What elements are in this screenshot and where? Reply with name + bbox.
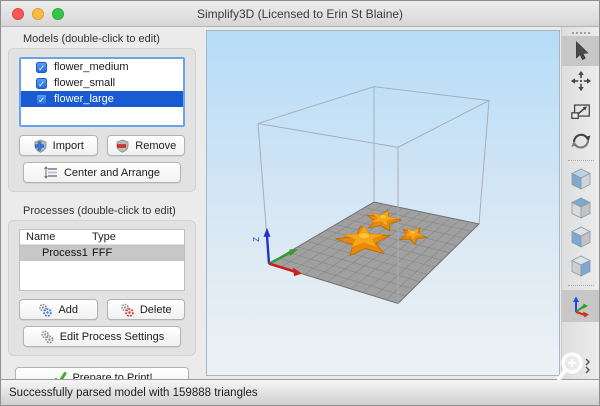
minimize-button[interactable]	[32, 8, 44, 20]
process-table-header: Name Type	[20, 230, 184, 245]
model-name: flower_small	[54, 77, 115, 89]
gear-minus-icon	[120, 303, 135, 317]
model-name: flower_medium	[54, 61, 129, 73]
process-type: FFF	[92, 247, 112, 259]
left-panel: Models (double-click to edit) ✓ flower_m…	[1, 27, 203, 379]
remove-button-label: Remove	[135, 140, 176, 152]
zoom-window-button[interactable]	[52, 8, 64, 20]
toolbar-separator	[568, 285, 594, 286]
cube-right-icon	[568, 254, 594, 279]
app-window: Simplify3D (Licensed to Erin St Blaine) …	[0, 0, 600, 406]
checkbox-checked-icon[interactable]: ✓	[36, 62, 47, 73]
shield-plus-icon	[33, 139, 48, 153]
rotate-tool-button[interactable]	[562, 126, 600, 156]
remove-button[interactable]: Remove	[107, 135, 186, 156]
move-tool-button[interactable]	[562, 66, 600, 96]
model-list[interactable]: ✓ flower_medium ✓ flower_small ✓ flower_…	[19, 57, 185, 127]
center-arrange-icon	[44, 166, 59, 179]
cursor-arrow-icon	[570, 40, 592, 62]
cube-front-icon	[568, 167, 594, 192]
list-item-flower-medium[interactable]: ✓ flower_medium	[21, 59, 183, 75]
select-tool-button[interactable]	[562, 36, 600, 66]
window-title: Simplify3D (Licensed to Erin St Blaine)	[197, 7, 403, 21]
default-view-button[interactable]	[562, 290, 600, 322]
delete-process-button[interactable]: Delete	[107, 299, 186, 320]
view-cube-front-button[interactable]	[562, 165, 600, 194]
center-and-arrange-label: Center and Arrange	[64, 167, 160, 179]
viewport-3d[interactable]: Z	[206, 30, 560, 376]
models-panel-label: Models (double-click to edit)	[23, 33, 203, 45]
table-row-process1[interactable]: Process1 FFF	[20, 245, 184, 261]
list-item-flower-small[interactable]: ✓ flower_small	[21, 75, 183, 91]
list-item-flower-large[interactable]: ✓ flower_large	[21, 91, 183, 107]
gears-icon	[40, 330, 55, 344]
edit-process-settings-label: Edit Process Settings	[60, 331, 165, 343]
checkbox-checked-icon[interactable]: ✓	[36, 78, 47, 89]
z-axis-label: Z	[252, 237, 261, 242]
center-and-arrange-button[interactable]: Center and Arrange	[23, 162, 181, 183]
axis-home-icon	[569, 294, 593, 318]
processes-group: Name Type Process1 FFF	[8, 220, 196, 356]
prepare-to-print-button[interactable]: Prepare to Print!	[15, 367, 189, 379]
processes-panel-label: Processes (double-click to edit)	[23, 205, 203, 217]
add-process-button[interactable]: Add	[19, 299, 98, 320]
move-arrows-icon	[570, 70, 592, 92]
column-header-type: Type	[92, 231, 116, 243]
status-message: Successfully parsed model with 159888 tr…	[9, 387, 258, 399]
cube-top-icon	[568, 196, 594, 221]
view-cube-top-button[interactable]	[562, 194, 600, 223]
process-name: Process1	[20, 247, 92, 259]
rotate-icon	[569, 129, 593, 153]
gear-plus-icon	[38, 303, 53, 317]
scale-icon	[570, 100, 592, 122]
title-bar: Simplify3D (Licensed to Erin St Blaine)	[1, 1, 599, 27]
import-button-label: Import	[53, 140, 84, 152]
scene-svg: Z	[207, 31, 559, 375]
shield-minus-icon	[115, 139, 130, 153]
checkbox-checked-icon[interactable]: ✓	[36, 94, 47, 105]
delete-button-label: Delete	[140, 304, 172, 316]
view-cube-right-button[interactable]	[562, 252, 600, 281]
status-bar: Successfully parsed model with 159888 tr…	[1, 379, 599, 405]
right-toolbar	[561, 27, 599, 379]
prepare-to-print-label: Prepare to Print!	[72, 372, 152, 379]
view-cube-side-button[interactable]	[562, 223, 600, 252]
column-header-name: Name	[20, 231, 92, 243]
edit-process-settings-button[interactable]: Edit Process Settings	[23, 326, 181, 347]
import-button[interactable]: Import	[19, 135, 98, 156]
model-name: flower_large	[54, 93, 114, 105]
origin-axis-widget: Z	[252, 228, 302, 276]
process-table[interactable]: Name Type Process1 FFF	[19, 229, 185, 291]
toolbar-separator	[568, 160, 594, 161]
models-group: ✓ flower_medium ✓ flower_small ✓ flower_…	[8, 48, 196, 192]
close-button[interactable]	[12, 8, 24, 20]
add-button-label: Add	[58, 304, 78, 316]
traffic-lights	[12, 8, 64, 20]
scale-tool-button[interactable]	[562, 96, 600, 126]
toolbar-drag-handle[interactable]	[572, 32, 590, 34]
green-check-icon	[51, 371, 67, 380]
cube-side-icon	[568, 225, 594, 250]
